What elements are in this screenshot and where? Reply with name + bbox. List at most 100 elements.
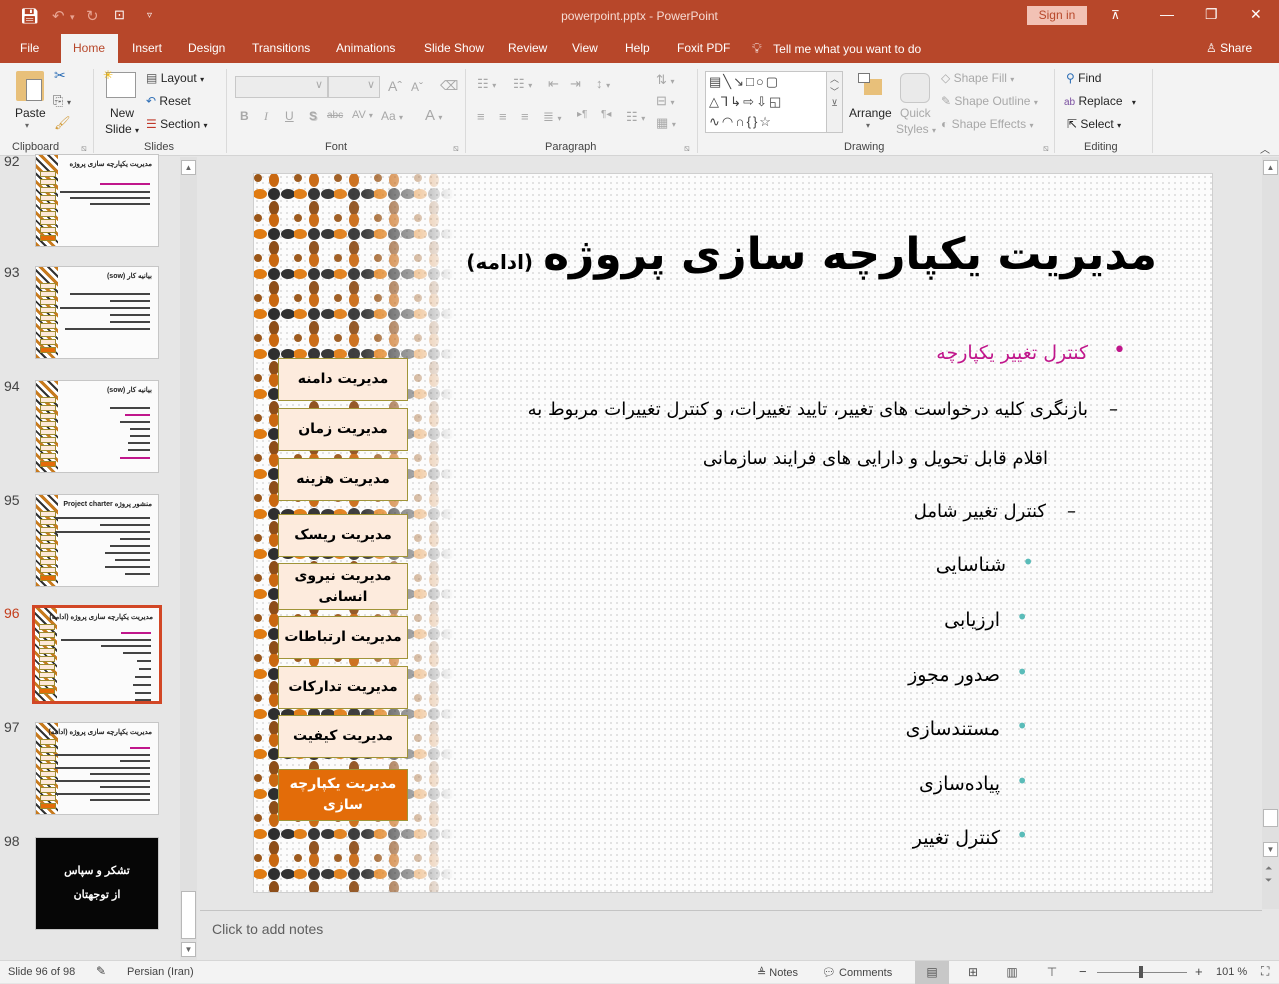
arrange-button[interactable]: Arrange: [849, 106, 892, 120]
nav-box-integration-active[interactable]: مدیریت یکپارچه سازی: [278, 769, 408, 821]
section-button[interactable]: ☰ Section ▾: [146, 117, 208, 131]
paragraph-launcher-icon[interactable]: ⧅: [684, 143, 690, 154]
tab-animations[interactable]: Animations: [328, 34, 403, 63]
tab-review[interactable]: Review: [500, 34, 555, 63]
chevron-down-icon[interactable]: ﹀: [827, 85, 842, 98]
shape-right-arrow-icon[interactable]: ⇨: [743, 94, 756, 109]
nav-box-risk[interactable]: مدیریت ریسک: [278, 514, 408, 557]
reading-view-button[interactable]: ▥: [995, 961, 1029, 984]
notes-placeholder[interactable]: Click to add notes: [212, 921, 323, 937]
replace-button[interactable]: ab Replace ▾: [1064, 94, 1136, 108]
scroll-up-button[interactable]: ▲: [181, 160, 196, 175]
new-slide-button[interactable]: Slide ▾: [105, 122, 139, 136]
slide-thumbnail-92[interactable]: مدیریت یکپارچه سازی پروژه: [35, 154, 159, 247]
tell-me-search[interactable]: 💡︎ Tell me what you want to do: [752, 34, 921, 63]
quick-styles-icon[interactable]: [900, 73, 930, 103]
shape-rectangle-icon[interactable]: □: [746, 74, 756, 89]
more-icon[interactable]: ⊻: [827, 98, 842, 109]
collapse-ribbon-icon[interactable]: ︿: [1260, 141, 1270, 156]
fit-to-window-icon[interactable]: ⛶: [1261, 964, 1269, 979]
nav-box-scope[interactable]: مدیریت دامنه: [278, 358, 408, 401]
slide-scrollbar[interactable]: ▲ ▼ ⏶ ⏷: [1262, 157, 1279, 909]
scroll-down-button[interactable]: ▼: [1263, 842, 1278, 857]
notes-toggle[interactable]: ≜ Notes: [757, 966, 798, 979]
align-center-icon[interactable]: ≡: [499, 109, 507, 124]
share-button[interactable]: ♙ Share: [1206, 34, 1252, 63]
reset-button[interactable]: ↶ Reset: [146, 94, 191, 108]
clear-formatting-icon[interactable]: ⌫: [440, 78, 458, 94]
nav-box-quality[interactable]: مدیریت کیفیت: [278, 715, 408, 758]
nav-box-communications[interactable]: مدیریت ارتباطات: [278, 616, 408, 659]
copy-icon[interactable]: ⎘ ▾: [53, 93, 71, 109]
slide-thumbnail-94[interactable]: بیانیه کار (sow): [35, 380, 159, 473]
text-shadow-button[interactable]: S: [309, 109, 317, 123]
paste-button[interactable]: Paste: [15, 106, 46, 120]
scroll-up-button[interactable]: ▲: [1263, 160, 1278, 175]
slide-thumbnail-98[interactable]: تشکر و سپاس از توجهتان: [35, 837, 159, 930]
scrollbar-thumb[interactable]: [1263, 809, 1278, 827]
align-left-icon[interactable]: ≡: [477, 109, 485, 124]
justify-icon[interactable]: ≣ ▾: [543, 109, 562, 125]
next-slide-icon[interactable]: ⏷: [1265, 875, 1272, 886]
slide-thumbnail-93[interactable]: بیانیه کار (sow): [35, 266, 159, 359]
zoom-in-button[interactable]: +: [1195, 964, 1203, 979]
notes-pane[interactable]: Click to add notes: [200, 910, 1262, 960]
nav-box-human-resources[interactable]: مدیریت نیروی انسانی: [278, 563, 408, 610]
increase-font-size-icon[interactable]: Aˆ: [388, 78, 402, 94]
paste-icon[interactable]: [16, 71, 44, 101]
sign-in-button[interactable]: Sign in: [1027, 6, 1087, 25]
scrollbar-thumb[interactable]: [181, 891, 196, 939]
shape-snip-icon[interactable]: ◱: [769, 94, 783, 109]
shape-rounded-rect-icon[interactable]: ▢: [766, 74, 780, 89]
font-name-dropdown[interactable]: ∨: [235, 76, 328, 98]
slide-thumbnail-96[interactable]: مدیریت یکپارچه سازی پروژه (ادامه): [32, 605, 162, 704]
find-button[interactable]: ⚲ Find: [1066, 71, 1101, 85]
line-spacing-icon[interactable]: ↕ ▾: [596, 76, 610, 91]
scroll-down-button[interactable]: ▼: [181, 942, 196, 957]
quick-styles-button[interactable]: Styles ▾: [896, 122, 936, 136]
convert-to-smartart-icon[interactable]: ▦ ▾: [656, 115, 676, 131]
close-button[interactable]: ✕: [1250, 6, 1262, 23]
shapes-gallery[interactable]: ▤╲↘□○▢ △⅂↳⇨⇩◱ ∿◠∩{}☆: [705, 71, 827, 133]
layout-button[interactable]: ▤ Layout ▾: [146, 71, 204, 85]
quick-styles-label-1[interactable]: Quick: [900, 106, 931, 120]
tab-view[interactable]: View: [564, 34, 606, 63]
format-painter-icon[interactable]: 🖌︎: [54, 115, 71, 131]
shape-down-arrow-icon[interactable]: ⇩: [756, 94, 769, 109]
text-direction-icon[interactable]: ⇅ ▾: [656, 72, 675, 88]
clipboard-launcher-icon[interactable]: ⧅: [81, 143, 87, 154]
slide-show-view-button[interactable]: ⊤: [1035, 961, 1069, 984]
shape-oval-icon[interactable]: ○: [756, 74, 766, 89]
slide-sorter-view-button[interactable]: ⊞: [956, 961, 990, 984]
shape-connector-icon[interactable]: ⅂: [721, 94, 730, 109]
nav-box-cost[interactable]: مدیریت هزینه: [278, 458, 408, 501]
rtl-icon[interactable]: ¶◂: [601, 109, 611, 120]
tab-design[interactable]: Design: [180, 34, 233, 63]
zoom-slider-thumb[interactable]: [1139, 966, 1143, 978]
bullets-icon[interactable]: ☷ ▾: [477, 76, 496, 92]
language-indicator[interactable]: Persian (Iran): [127, 966, 194, 978]
shape-curve-icon[interactable]: ∩: [735, 114, 746, 129]
shapes-gallery-scroll[interactable]: ︿ ﹀ ⊻: [826, 71, 843, 133]
drawing-launcher-icon[interactable]: ⧅: [1043, 143, 1049, 154]
slide-thumbnail-97[interactable]: مدیریت یکپارچه سازی پروژه (ادامه): [35, 722, 159, 815]
decrease-indent-icon[interactable]: ⇤: [548, 76, 559, 92]
cut-icon[interactable]: ✂: [54, 67, 66, 84]
paste-dropdown-icon[interactable]: ▾: [25, 121, 29, 130]
strikethrough-button[interactable]: abc: [327, 110, 343, 121]
slide-thumbnail-95[interactable]: منشور پروژه Project charter: [35, 494, 159, 587]
tab-home[interactable]: Home: [61, 34, 118, 63]
shape-line-icon[interactable]: ╲: [723, 74, 733, 89]
increase-indent-icon[interactable]: ⇥: [570, 76, 581, 92]
ltr-icon[interactable]: ▸¶: [577, 109, 587, 120]
new-slide-icon[interactable]: ✳: [103, 68, 136, 98]
shape-textbox-icon[interactable]: ▤: [709, 74, 723, 89]
font-color-button[interactable]: A ▾: [425, 107, 442, 124]
italic-button[interactable]: I: [264, 109, 268, 124]
spell-check-icon[interactable]: ✎: [96, 964, 106, 978]
nav-box-time[interactable]: مدیریت زمان: [278, 408, 408, 451]
shape-outline-button[interactable]: ✎ Shape Outline ▾: [941, 94, 1038, 108]
tab-transitions[interactable]: Transitions: [244, 34, 318, 63]
slide-title[interactable]: مدیریت یکپارچه سازی پروژه (ادامه): [466, 229, 1157, 280]
arrange-icon[interactable]: [856, 71, 886, 97]
